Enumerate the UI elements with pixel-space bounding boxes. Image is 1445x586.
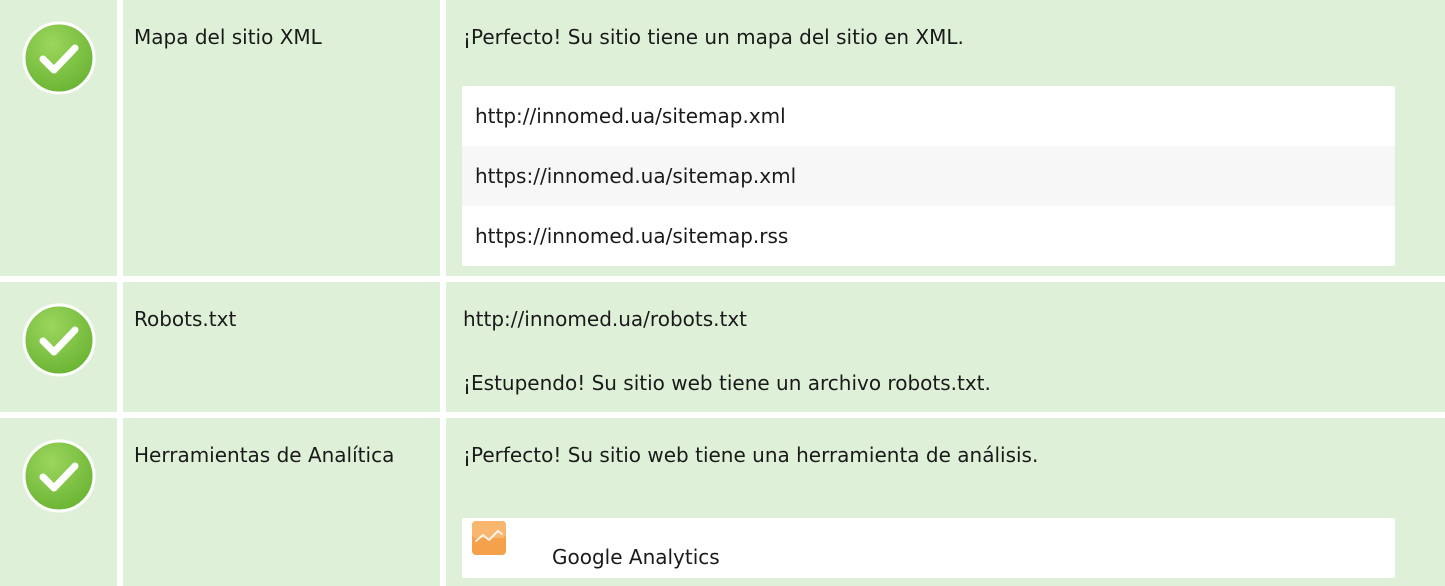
sitemap-list: http://innomed.ua/sitemap.xml https://in… bbox=[462, 86, 1395, 266]
sitemap-url[interactable]: https://innomed.ua/sitemap.xml bbox=[462, 146, 1395, 206]
check-circle-icon bbox=[22, 439, 96, 513]
seo-results-table: Mapa del sitio XML ¡Perfecto! Su sitio t… bbox=[0, 0, 1445, 586]
row-label: Mapa del sitio XML bbox=[134, 25, 322, 49]
label-cell: Herramientas de Analítica bbox=[123, 418, 440, 586]
sitemap-url[interactable]: http://innomed.ua/sitemap.xml bbox=[462, 86, 1395, 146]
check-circle-icon bbox=[22, 21, 96, 95]
status-message: ¡Perfecto! Su sitio tiene un mapa del si… bbox=[463, 25, 964, 49]
row-label: Robots.txt bbox=[134, 307, 237, 331]
row-robots: Robots.txt http://innomed.ua/robots.txt … bbox=[0, 282, 1445, 412]
content-cell: http://innomed.ua/robots.txt ¡Estupendo!… bbox=[446, 282, 1445, 412]
status-cell bbox=[0, 0, 117, 276]
status-message: ¡Perfecto! Su sitio web tiene una herram… bbox=[463, 443, 1039, 467]
row-label: Herramientas de Analítica bbox=[134, 443, 395, 467]
content-cell: ¡Perfecto! Su sitio web tiene una herram… bbox=[446, 418, 1445, 586]
content-cell: ¡Perfecto! Su sitio tiene un mapa del si… bbox=[446, 0, 1445, 276]
tool-name: Google Analytics bbox=[552, 545, 720, 569]
status-cell bbox=[0, 418, 117, 586]
analytics-tool-item: Google Analytics bbox=[462, 518, 1395, 578]
label-cell: Robots.txt bbox=[123, 282, 440, 412]
google-analytics-icon bbox=[472, 521, 506, 555]
status-message: ¡Estupendo! Su sitio web tiene un archiv… bbox=[463, 371, 991, 395]
row-sitemap: Mapa del sitio XML ¡Perfecto! Su sitio t… bbox=[0, 0, 1445, 276]
label-cell: Mapa del sitio XML bbox=[123, 0, 440, 276]
robots-url[interactable]: http://innomed.ua/robots.txt bbox=[463, 306, 747, 332]
sitemap-url[interactable]: https://innomed.ua/sitemap.rss bbox=[462, 206, 1395, 266]
row-analytics: Herramientas de Analítica ¡Perfecto! Su … bbox=[0, 418, 1445, 586]
status-cell bbox=[0, 282, 117, 412]
check-circle-icon bbox=[22, 303, 96, 377]
